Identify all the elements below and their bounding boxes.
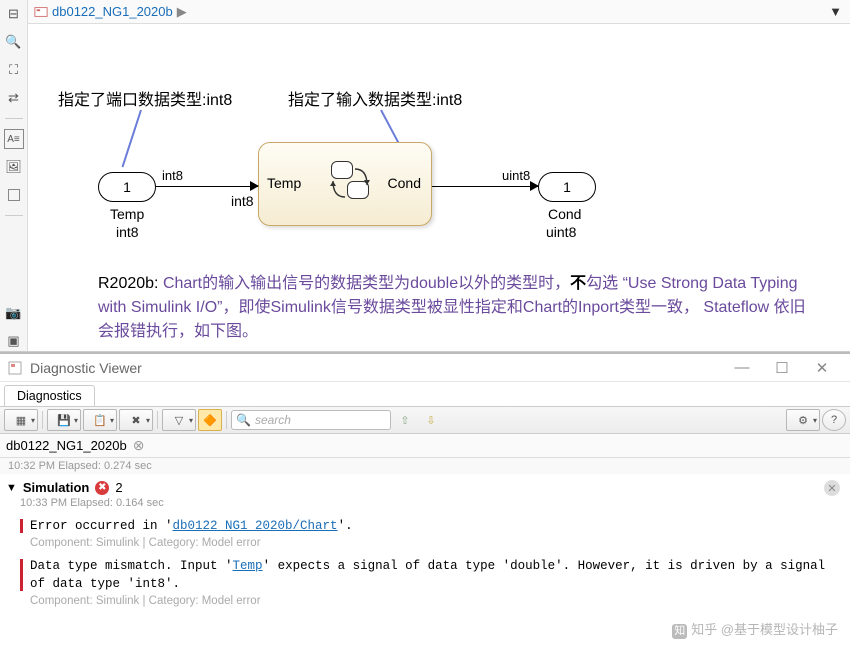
outport-block[interactable]: 1	[538, 172, 596, 202]
inport-block[interactable]: 1	[98, 172, 156, 202]
diag-tabs: Diagnostics	[0, 382, 850, 406]
image-icon[interactable]: 🖼	[4, 157, 24, 177]
chart-in-dtype: int8	[231, 193, 254, 209]
annotation-icon[interactable]: A≡	[4, 129, 24, 149]
timestamp-2: 10:33 PM Elapsed: 0.164 sec	[6, 495, 844, 511]
view-button[interactable]: ▦	[4, 409, 38, 431]
diag-model-tab[interactable]: db0122_NG1_2020b ⊗	[0, 434, 850, 458]
search-placeholder: search	[255, 413, 291, 427]
simulink-editor: ⊟ 🔍 ⛶ ⇄ A≡ 🖼 📷 ▣ db0122_NG1_2020b ▶ ▼ 指定…	[0, 0, 850, 352]
sim-section-header[interactable]: ▼ Simulation ✖ 2	[6, 476, 844, 495]
annotation-connector	[122, 110, 142, 168]
zoom-icon[interactable]: 🔍	[4, 32, 24, 52]
search-input[interactable]: 🔍 search	[231, 410, 391, 430]
inport-name: Temp	[110, 206, 144, 222]
annotation-right: 指定了输入数据类型:int8	[288, 86, 462, 110]
signal-line	[156, 186, 258, 187]
error-count: 2	[115, 480, 122, 495]
diag-app-icon	[8, 360, 24, 376]
inport-dtype: int8	[116, 224, 139, 240]
search-icon: 🔍	[236, 413, 251, 427]
area-icon[interactable]	[4, 185, 24, 205]
signal2-dtype: uint8	[502, 168, 530, 183]
signal-arrow-icon	[250, 181, 259, 191]
hide-toolstrip-icon[interactable]: ⊟	[4, 4, 24, 24]
filter-button[interactable]: ▽	[162, 409, 196, 431]
diag-titlebar[interactable]: Diagnostic Viewer — ☐ ✕	[0, 354, 850, 382]
separator	[5, 215, 23, 216]
breadcrumb-arrow-icon[interactable]: ▶	[177, 4, 187, 20]
description-text: R2020b: Chart的输入输出信号的数据类型为double以外的类型时，不…	[98, 272, 820, 344]
model-canvas[interactable]: 指定了端口数据类型:int8 指定了输入数据类型:int8 1 Temp int…	[28, 24, 850, 351]
screenshot-icon[interactable]: 📷	[4, 303, 24, 323]
prev-result-button[interactable]: ⇧	[393, 409, 417, 431]
diag-model-name: db0122_NG1_2020b	[6, 438, 127, 453]
outport-number: 1	[563, 179, 571, 195]
stateflow-chart-block[interactable]: Temp int8 Cond	[258, 142, 432, 226]
sim-label: Simulation	[23, 480, 89, 495]
error-link-temp[interactable]: Temp	[233, 559, 263, 573]
desc-body1: Chart的输入输出信号的数据类型为double以外的类型时，	[163, 275, 570, 292]
separator	[42, 411, 43, 429]
chart-out-label: Cond	[388, 175, 421, 191]
breadcrumb[interactable]: db0122_NG1_2020b ▶ ▼	[28, 0, 850, 24]
save-button[interactable]: 💾	[47, 409, 81, 431]
record-icon[interactable]: ▣	[4, 331, 24, 351]
timestamp-1: 10:32 PM Elapsed: 0.274 sec	[0, 458, 850, 474]
signal1-dtype: int8	[162, 168, 183, 183]
minimize-button[interactable]: —	[722, 359, 762, 376]
collapse-icon[interactable]: ▼	[6, 482, 17, 494]
error-icon: ✖	[95, 481, 109, 495]
fit-icon[interactable]: ⛶	[4, 60, 24, 80]
help-button[interactable]: ?	[822, 409, 846, 431]
clear-button[interactable]: ✖	[119, 409, 153, 431]
diag-body[interactable]: ✕ ▼ Simulation ✖ 2 10:33 PM Elapsed: 0.1…	[0, 474, 850, 649]
error-link-chart[interactable]: db0122_NG1_2020b/Chart	[173, 519, 338, 533]
error-meta-1: Component: Simulink | Category: Model er…	[30, 537, 844, 549]
diagnostic-viewer-window: Diagnostic Viewer — ☐ ✕ Diagnostics ▦ 💾 …	[0, 352, 850, 649]
highlight-button[interactable]: 🔶	[198, 409, 222, 431]
diag-toolbar: ▦ 💾 📋 ✖ ▽ 🔶 🔍 search ⇧ ⇩ ⚙ ?	[0, 406, 850, 434]
model-icon	[34, 5, 48, 19]
error-message-1: Error occurred in 'db0122_NG1_2020b/Char…	[20, 517, 844, 535]
maximize-button[interactable]: ☐	[762, 359, 802, 377]
outport-dtype: uint8	[546, 224, 576, 240]
desc-bold: 不	[570, 275, 586, 292]
signal-line	[432, 186, 538, 187]
outport-name: Cond	[548, 206, 581, 222]
diag-title-text: Diagnostic Viewer	[30, 360, 722, 376]
error-meta-2: Component: Simulink | Category: Model er…	[30, 595, 844, 607]
error-message-2: Data type mismatch. Input 'Temp' expects…	[20, 557, 844, 593]
close-tab-icon[interactable]: ⊗	[133, 437, 145, 454]
breadcrumb-dropdown-icon[interactable]: ▼	[829, 4, 842, 19]
separator	[157, 411, 158, 429]
desc-prefix: R2020b:	[98, 275, 163, 292]
close-button[interactable]: ✕	[802, 359, 842, 377]
stateflow-icon	[329, 161, 375, 207]
tab-diagnostics[interactable]: Diagnostics	[4, 385, 95, 406]
dismiss-icon[interactable]: ✕	[824, 480, 840, 496]
arrows-icon[interactable]: ⇄	[4, 88, 24, 108]
copy-button[interactable]: 📋	[83, 409, 117, 431]
breadcrumb-model[interactable]: db0122_NG1_2020b	[52, 4, 173, 19]
canvas-area: db0122_NG1_2020b ▶ ▼ 指定了端口数据类型:int8 指定了输…	[28, 0, 850, 351]
separator	[226, 411, 227, 429]
annotation-left: 指定了端口数据类型:int8	[58, 86, 232, 110]
left-toolbar: ⊟ 🔍 ⛶ ⇄ A≡ 🖼 📷 ▣	[0, 0, 28, 351]
settings-button[interactable]: ⚙	[786, 409, 820, 431]
next-result-button[interactable]: ⇩	[419, 409, 443, 431]
inport-number: 1	[123, 179, 131, 195]
chart-in-label: Temp	[267, 175, 301, 191]
annotation-connector	[380, 110, 401, 146]
signal-arrow-icon	[530, 181, 539, 191]
separator	[5, 118, 23, 119]
